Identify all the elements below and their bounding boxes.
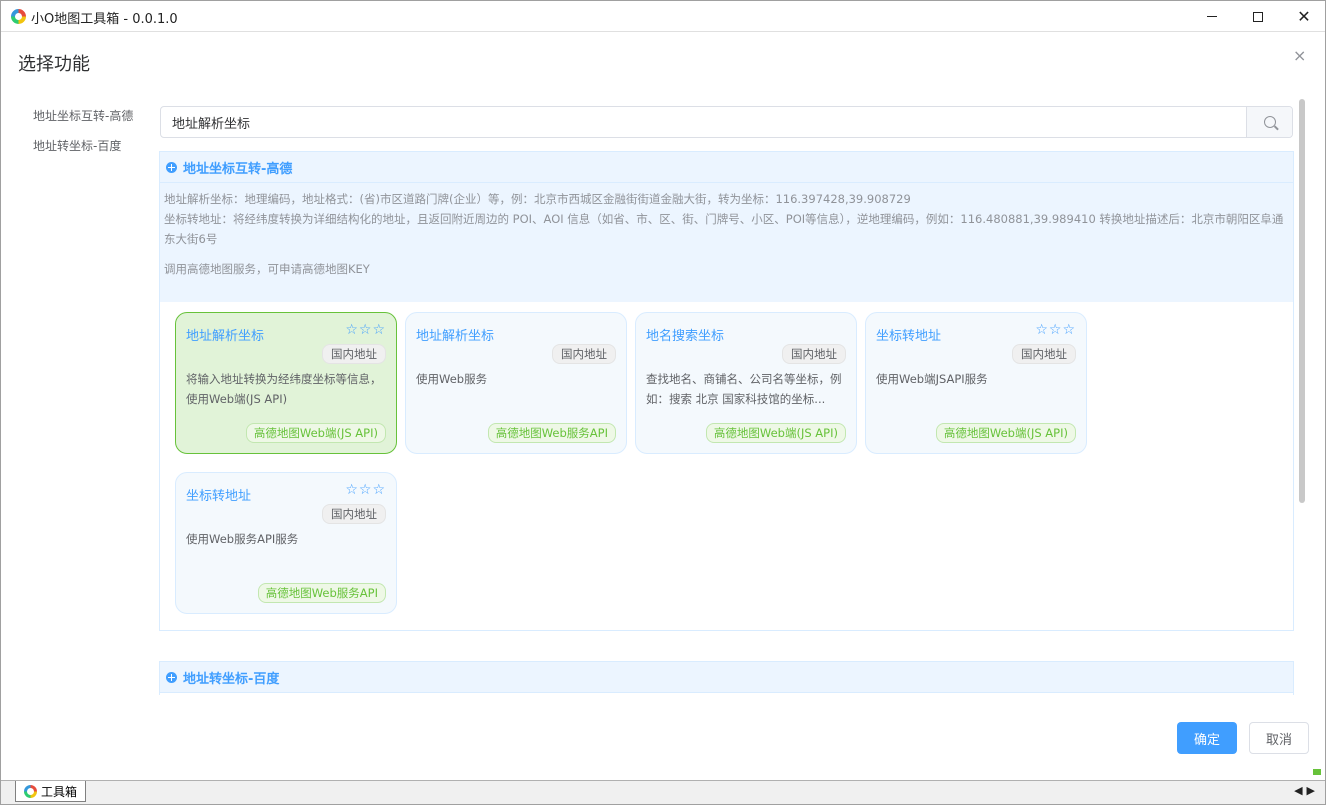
search-button[interactable] [1246,107,1292,137]
star-rating-icon: ☆☆☆ [345,482,386,498]
region-tag: 国内地址 [322,504,386,524]
search-bar [160,106,1293,138]
app-window: 小O地图工具箱 - 0.0.1.0 ✕ 选择功能 × 地址坐标互转-高德 地址转… [0,0,1326,805]
function-card[interactable]: 坐标转地址 ☆☆☆ 国内地址 使用Web服务API服务 高德地图Web服务API [175,472,397,614]
desc-line: 坐标转地址：将经纬度转换为详细结构化的地址，且返回附近周边的 POI、AOI 信… [164,212,1284,246]
region-tag: 国内地址 [552,344,616,364]
sidebar-item-gaode[interactable]: 地址坐标互转-高德 [33,107,133,124]
function-card[interactable]: 地址解析坐标 国内地址 使用Web服务 高德地图Web服务API [405,312,627,454]
minimize-button[interactable] [1189,1,1235,32]
card-title: 地名搜索坐标 [646,329,725,344]
card-title: 坐标转地址 [186,489,252,504]
region-tag: 国内地址 [322,344,386,364]
api-tag: 高德地图Web端(JS API) [245,423,386,443]
cancel-button[interactable]: 取消 [1249,722,1309,754]
card-description: 使用Web端JSAPI服务 [876,372,988,386]
group-header[interactable]: 地址转坐标-百度 [160,662,1293,693]
tab-label: 工具箱 [41,784,78,799]
function-card[interactable]: 坐标转地址 ☆☆☆ 国内地址 使用Web端JSAPI服务 高德地图Web端(JS… [865,312,1087,454]
expand-icon [166,671,177,683]
region-tag: 国内地址 [782,344,846,364]
card-title: 地址解析坐标 [416,329,495,344]
desc-line: 调用高德地图服务，可申请高德地图KEY [164,262,370,276]
star-rating-icon: ☆☆☆ [1035,322,1076,338]
window-title: 小O地图工具箱 - 0.0.1.0 [31,12,178,27]
card-description: 将输入地址转换为经纬度坐标等信息，使用Web端(JS API) [186,372,382,406]
resize-grip-icon[interactable] [1313,769,1321,775]
app-logo-icon [11,9,26,24]
card-grid: 地址解析坐标 ☆☆☆ 国内地址 将输入地址转换为经纬度坐标等信息，使用Web端(… [160,302,1293,630]
window-close-button[interactable]: ✕ [1281,1,1326,32]
card-description: 使用Web服务API服务 [186,532,299,546]
group-header[interactable]: 地址坐标互转-高德 [160,152,1293,183]
search-input[interactable] [161,107,1246,137]
dialog-title: 选择功能 [18,54,90,75]
sidebar-item-baidu[interactable]: 地址转坐标-百度 [33,137,121,154]
function-card[interactable]: 地址解析坐标 ☆☆☆ 国内地址 将输入地址转换为经纬度坐标等信息，使用Web端(… [175,312,397,454]
search-icon [1263,116,1276,128]
api-tag: 高德地图Web端(JS API) [705,423,846,443]
tab-scroll-arrows-icon[interactable]: ◀▶ [1294,784,1319,797]
title-bar: 小O地图工具箱 - 0.0.1.0 ✕ [1,1,1325,32]
close-icon: ✕ [1297,6,1311,26]
group-baidu: 地址转坐标-百度 [159,661,1294,695]
region-tag: 国内地址 [1012,344,1076,364]
card-description: 使用Web服务 [416,372,488,386]
group-gaode: 地址坐标互转-高德 地址解析坐标：地理编码，地址格式：(省)市区道路门牌(企业）… [159,151,1294,631]
tab-toolbox[interactable]: 工具箱 [15,781,87,802]
confirm-button[interactable]: 确定 [1177,722,1237,754]
group-title: 地址转坐标-百度 [183,671,280,687]
scrollbar-thumb[interactable] [1299,99,1305,503]
bottom-tab-bar: 工具箱 ◀▶ [1,780,1325,804]
app-logo-icon [24,784,37,798]
star-rating-icon: ☆☆☆ [345,322,386,338]
dialog-close-button[interactable]: × [1293,46,1306,65]
card-title: 坐标转地址 [876,329,942,344]
maximize-button[interactable] [1235,1,1281,32]
card-title: 地址解析坐标 [186,329,265,344]
group-title: 地址坐标互转-高德 [183,161,293,177]
group-description: 地址解析坐标：地理编码，地址格式：(省)市区道路门牌(企业）等，例：北京市西城区… [160,183,1293,302]
api-tag: 高德地图Web服务API [487,423,616,443]
card-description: 查找地名、商铺名、公司名等坐标，例如：搜索 北京 国家科技馆的坐标... [646,372,842,406]
desc-line: 地址解析坐标：地理编码，地址格式：(省)市区道路门牌(企业）等，例：北京市西城区… [164,192,911,206]
minimize-icon [1207,16,1217,17]
maximize-icon [1253,11,1263,22]
api-tag: 高德地图Web服务API [257,583,386,603]
api-tag: 高德地图Web端(JS API) [935,423,1076,443]
expand-icon [166,161,177,173]
function-card[interactable]: 地名搜索坐标 国内地址 查找地名、商铺名、公司名等坐标，例如：搜索 北京 国家科… [635,312,857,454]
